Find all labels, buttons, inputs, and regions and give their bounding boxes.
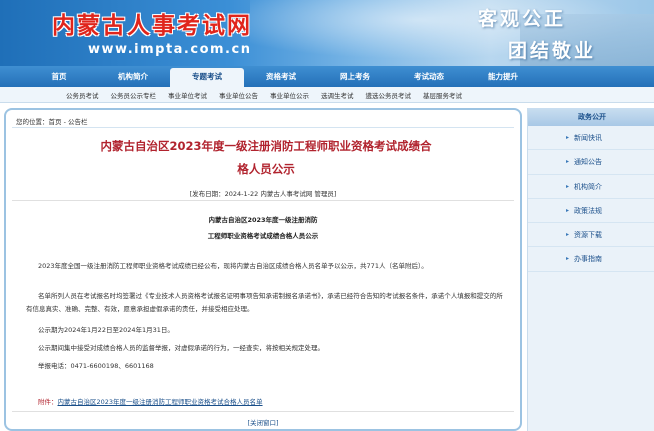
nav-item-home[interactable]: 首页 bbox=[22, 66, 96, 87]
sidebar-item-label: 资源下载 bbox=[574, 231, 602, 240]
arrow-right-icon: ▸ bbox=[566, 231, 570, 239]
sidebar-item-label: 机构简介 bbox=[574, 182, 602, 191]
arrow-right-icon: ▸ bbox=[566, 255, 570, 263]
arrow-right-icon: ▸ bbox=[566, 206, 570, 214]
main-nav: 首页 机构简介 专题考试 资格考试 网上考务 考试动态 能力提升 bbox=[0, 66, 654, 87]
breadcrumb-prefix: 您的位置： bbox=[16, 118, 49, 126]
divider bbox=[12, 127, 514, 128]
article-paragraph: 公示期为2024年1月22日至2024年1月31日。 bbox=[38, 326, 174, 334]
subnav-item[interactable]: 遴选公务员考试 bbox=[366, 90, 412, 100]
article-subtitle-line-1: 内蒙古自治区2023年度一级注册消防 bbox=[208, 216, 318, 224]
arrow-right-icon: ▸ bbox=[566, 158, 570, 166]
nav-item-special-exams[interactable]: 专题考试 bbox=[170, 68, 244, 87]
article-paragraph: 公示期间集中接受对成绩合格人员的监督举报，对虚假承诺的行为，一经查实，将按相关规… bbox=[38, 344, 324, 352]
divider bbox=[12, 200, 514, 201]
sidebar-item-label: 政策法规 bbox=[574, 206, 602, 215]
sidebar-item-guide[interactable]: ▸ 办事指南 bbox=[528, 247, 654, 272]
article-title-line-1: 内蒙古自治区2023年度一级注册消防工程师职业资格考试成绩合 bbox=[100, 139, 432, 153]
site-url: www.impta.com.cn bbox=[88, 42, 252, 57]
article-panel: 您的位置：首页 - 公告栏 内蒙古自治区2023年度一级注册消防工程师职业资格考… bbox=[4, 108, 522, 431]
sidebar-item-downloads[interactable]: ▸ 资源下载 bbox=[528, 223, 654, 248]
article-paragraph: 名单所列人员在考试报名时均签署过《专业技术人员资格考试报名证明事项告知承诺制报名… bbox=[26, 292, 503, 313]
sidebar-item-label: 新闻快讯 bbox=[574, 134, 602, 142]
sidebar-item-label: 通知公告 bbox=[574, 158, 602, 167]
sidebar: 政务公开 ▸ 新闻快讯 ▸ 通知公告 ▸ 机构简介 ▸ 政策法规 ▸ 资源下载 … bbox=[527, 108, 654, 431]
nav-item-qualification-exams[interactable]: 资格考试 bbox=[244, 66, 318, 87]
breadcrumb-current[interactable]: 公告栏 bbox=[68, 118, 88, 126]
breadcrumb: 您的位置：首页 - 公告栏 bbox=[16, 116, 87, 126]
sidebar-item-label: 办事指南 bbox=[574, 255, 602, 264]
nav-item-skills[interactable]: 能力提升 bbox=[466, 66, 540, 87]
nav-item-exam-news[interactable]: 考试动态 bbox=[392, 66, 466, 87]
article-paragraph: 举报电话：0471-6600198、6601168 bbox=[38, 362, 154, 370]
banner-slogan-1: 客观公正 bbox=[478, 8, 567, 30]
site-banner: 内蒙古人事考试网 www.impta.com.cn 客观公正 团结敬业 bbox=[0, 0, 654, 66]
subnav-item[interactable]: 公务员考试 bbox=[66, 90, 99, 100]
article-paragraph: 2023年度全国一级注册消防工程师职业资格考试成绩已经公布，现将内蒙古自治区成绩… bbox=[38, 262, 428, 270]
sidebar-item-news[interactable]: ▸ 新闻快讯 bbox=[528, 126, 654, 151]
article-title-line-2: 格人员公示 bbox=[237, 162, 295, 176]
article-meta: [发布日期：2024-1-22 内蒙古人事考试网 管理员] bbox=[189, 190, 337, 198]
breadcrumb-home-link[interactable]: 首页 bbox=[49, 118, 62, 126]
subnav-item[interactable]: 公务员公示专栏 bbox=[111, 90, 157, 100]
attachment: 附件：内蒙古自治区2023年度一级注册消防工程师职业资格考试合格人员名单 bbox=[38, 396, 263, 406]
banner-slogan-2: 团结敬业 bbox=[508, 40, 597, 62]
article-subtitle-line-2: 工程师职业资格考试成绩合格人员公示 bbox=[207, 232, 319, 240]
subnav-item[interactable]: 事业单位考试 bbox=[168, 90, 207, 100]
nav-item-online-affairs[interactable]: 网上考务 bbox=[318, 66, 392, 87]
subnav-item[interactable]: 事业单位公示 bbox=[270, 90, 309, 100]
attachment-link[interactable]: 内蒙古自治区2023年度一级注册消防工程师职业资格考试合格人员名单 bbox=[58, 398, 263, 406]
divider bbox=[12, 411, 514, 412]
sidebar-item-notices[interactable]: ▸ 通知公告 bbox=[528, 150, 654, 175]
site-logo-title[interactable]: 内蒙古人事考试网 bbox=[52, 6, 252, 40]
sidebar-header: 政务公开 bbox=[528, 108, 654, 126]
sidebar-item-about[interactable]: ▸ 机构简介 bbox=[528, 175, 654, 199]
sub-nav: 公务员考试 公务员公示专栏 事业单位考试 事业单位公告 事业单位公示 选调生考试… bbox=[0, 87, 654, 103]
sidebar-item-policies[interactable]: ▸ 政策法规 bbox=[528, 199, 654, 224]
attachment-label: 附件： bbox=[38, 398, 58, 406]
close-window-link[interactable]: [关闭窗口] bbox=[6, 417, 520, 427]
subnav-item[interactable]: 基层服务考试 bbox=[423, 90, 462, 100]
arrow-right-icon: ▸ bbox=[566, 182, 570, 190]
subnav-item[interactable]: 事业单位公告 bbox=[219, 90, 258, 100]
subnav-item[interactable]: 选调生考试 bbox=[321, 90, 354, 100]
arrow-right-icon: ▸ bbox=[566, 134, 570, 141]
nav-item-about[interactable]: 机构简介 bbox=[96, 66, 170, 87]
